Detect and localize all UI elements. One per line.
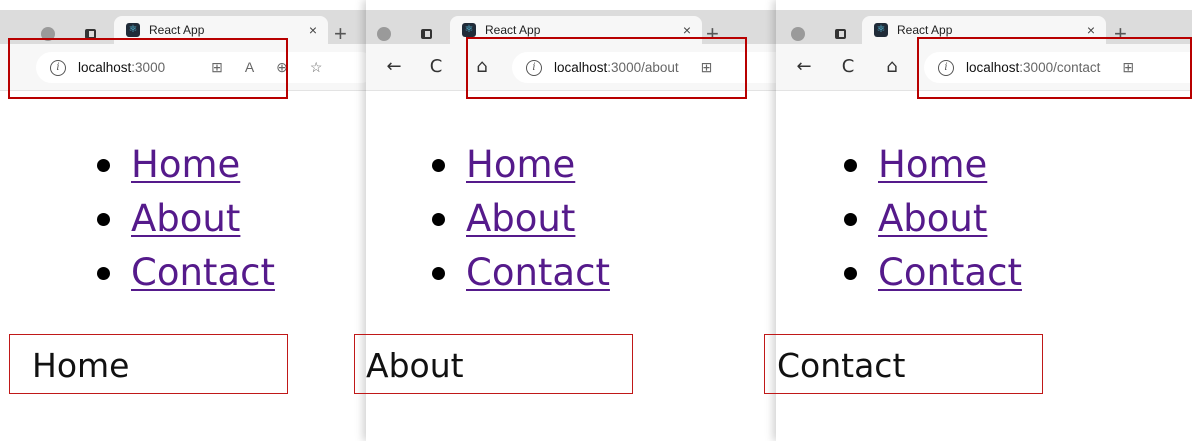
- nav-link-home[interactable]: Home: [466, 143, 575, 186]
- nav-item-about: About: [432, 192, 610, 246]
- tab-strip: ⚛ React App × +: [776, 10, 1192, 45]
- split-screen-icon[interactable]: ⊞: [211, 59, 223, 76]
- tab-actions-icon[interactable]: [418, 26, 434, 42]
- new-tab-button[interactable]: +: [1114, 23, 1127, 45]
- screenshot-collage: ⚛ React App × + i localhost:3000 ⊞ A ⊕ ☆…: [0, 0, 1192, 441]
- home-button[interactable]: ⌂: [882, 57, 902, 77]
- profile-icon[interactable]: [40, 26, 56, 42]
- tab-close-icon[interactable]: ×: [678, 22, 696, 38]
- tab-strip: ⚛ React App × +: [0, 10, 366, 45]
- nav-item-about: About: [844, 192, 1022, 246]
- address-bar[interactable]: i localhost:3000/about ⊞: [512, 52, 776, 83]
- nav-link-home[interactable]: Home: [878, 143, 987, 186]
- back-button[interactable]: ←: [384, 57, 404, 77]
- page-content-text: About: [366, 346, 464, 385]
- react-favicon-icon: ⚛: [462, 23, 476, 37]
- nav-link-home[interactable]: Home: [131, 143, 240, 186]
- nav-item-contact: Contact: [844, 246, 1022, 300]
- split-screen-icon[interactable]: ⊞: [1122, 59, 1134, 76]
- reload-button[interactable]: C: [426, 57, 446, 77]
- url-host: localhost: [78, 60, 132, 75]
- nav-item-home: Home: [432, 138, 610, 192]
- tab-close-icon[interactable]: ×: [304, 22, 322, 38]
- nav-item-home: Home: [97, 138, 275, 192]
- split-screen-icon[interactable]: ⊞: [701, 59, 713, 76]
- url-path: :3000: [131, 60, 166, 75]
- tab-react-app[interactable]: ⚛ React App ×: [450, 16, 702, 44]
- browser-window-contact: ⚛ React App × + ← C ⌂ i localhost:3000/c…: [776, 0, 1192, 441]
- page-content-text: Home: [32, 346, 130, 385]
- address-bar[interactable]: i localhost:3000/contact ⊞: [924, 52, 1192, 83]
- site-info-icon[interactable]: i: [938, 59, 954, 76]
- browser-toolbar: ← C ⌂ i localhost:3000/contact ⊞: [776, 44, 1192, 91]
- browser-window-home: ⚛ React App × + i localhost:3000 ⊞ A ⊕ ☆…: [0, 0, 366, 441]
- tab-react-app[interactable]: ⚛ React App ×: [862, 16, 1106, 44]
- tab-actions-icon[interactable]: [832, 26, 848, 42]
- browser-toolbar: ← C ⌂ i localhost:3000/about ⊞: [366, 44, 776, 91]
- nav-link-about[interactable]: About: [466, 197, 575, 240]
- react-favicon-icon: ⚛: [126, 23, 140, 37]
- nav-link-about[interactable]: About: [878, 197, 987, 240]
- favorite-star-icon[interactable]: ☆: [310, 59, 323, 76]
- nav-item-contact: Contact: [97, 246, 275, 300]
- nav-item-about: About: [97, 192, 275, 246]
- tab-close-icon[interactable]: ×: [1082, 22, 1100, 38]
- page-content-text: Contact: [777, 346, 906, 385]
- url-path: :3000/contact: [1019, 60, 1101, 75]
- site-info-icon[interactable]: i: [526, 59, 542, 76]
- react-favicon-icon: ⚛: [874, 23, 888, 37]
- new-tab-button[interactable]: +: [706, 23, 719, 45]
- tab-title: React App: [897, 23, 953, 37]
- profile-icon[interactable]: [376, 26, 392, 42]
- nav-list: Home About Contact: [432, 138, 610, 300]
- nav-list: Home About Contact: [844, 138, 1022, 300]
- address-bar-actions: ⊞ A ⊕ ☆: [211, 59, 322, 76]
- nav-list: Home About Contact: [97, 138, 275, 300]
- tab-actions-icon[interactable]: [82, 26, 98, 42]
- browser-toolbar: i localhost:3000 ⊞ A ⊕ ☆: [0, 44, 366, 91]
- new-tab-button[interactable]: +: [334, 23, 347, 45]
- nav-link-contact[interactable]: Contact: [878, 251, 1022, 294]
- nav-item-contact: Contact: [432, 246, 610, 300]
- address-bar-actions: ⊞: [1122, 59, 1134, 76]
- nav-link-contact[interactable]: Contact: [466, 251, 610, 294]
- address-bar[interactable]: i localhost:3000 ⊞ A ⊕ ☆: [36, 52, 366, 83]
- url-host: localhost: [554, 60, 608, 75]
- nav-link-contact[interactable]: Contact: [131, 251, 275, 294]
- tab-react-app[interactable]: ⚛ React App ×: [114, 16, 328, 44]
- reload-button[interactable]: C: [838, 57, 858, 77]
- url-path: :3000/about: [607, 60, 679, 75]
- read-aloud-icon[interactable]: A: [245, 59, 254, 76]
- home-button[interactable]: ⌂: [472, 57, 492, 77]
- site-info-icon[interactable]: i: [50, 59, 66, 76]
- tab-strip: ⚛ React App × +: [366, 10, 776, 45]
- nav-link-about[interactable]: About: [131, 197, 240, 240]
- tab-title: React App: [485, 23, 541, 37]
- browser-window-about: ⚛ React App × + ← C ⌂ i localhost:3000/a…: [366, 0, 776, 441]
- address-bar-actions: ⊞: [701, 59, 713, 76]
- nav-item-home: Home: [844, 138, 1022, 192]
- profile-icon[interactable]: [790, 26, 806, 42]
- tab-title: React App: [149, 23, 205, 37]
- zoom-icon[interactable]: ⊕: [276, 59, 288, 76]
- url-host: localhost: [966, 60, 1020, 75]
- back-button[interactable]: ←: [794, 57, 814, 77]
